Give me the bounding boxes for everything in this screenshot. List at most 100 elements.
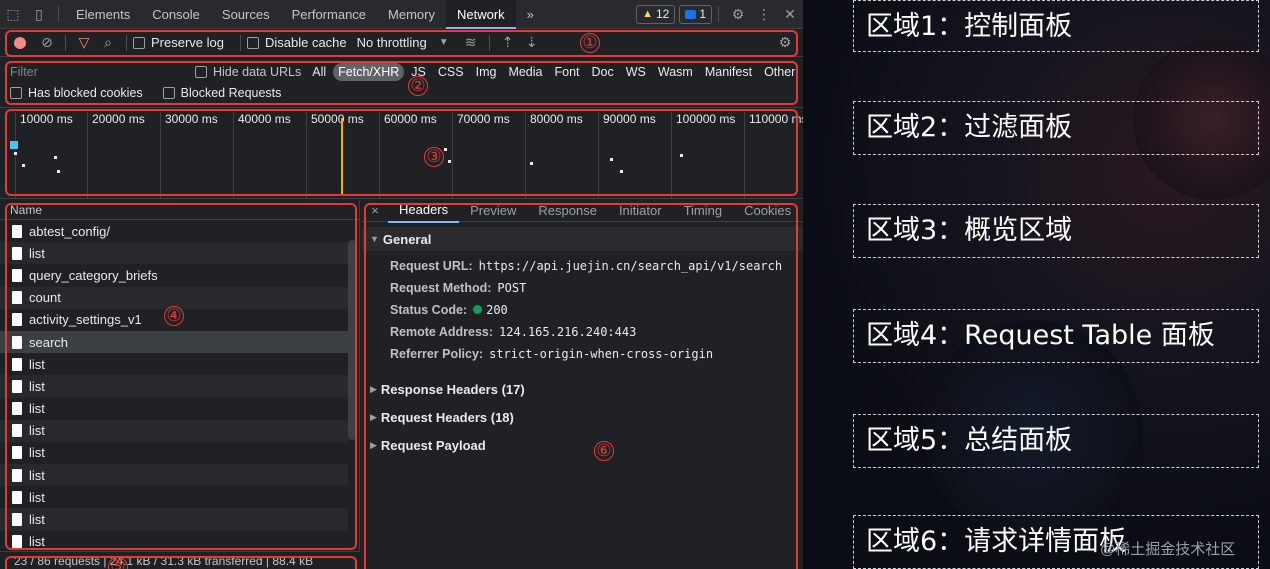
general-title: General (382, 231, 432, 247)
disable-cache-checkbox[interactable]: Disable cache (246, 35, 347, 50)
request-row[interactable]: list (0, 486, 348, 508)
request-row[interactable]: list (0, 442, 348, 464)
checkbox-box (195, 66, 207, 78)
request-row[interactable]: list (0, 464, 348, 487)
request-headers-title: Request Headers (18) (380, 409, 514, 425)
settings-gear-icon[interactable]: ⚙ (725, 0, 751, 29)
request-row[interactable]: list (0, 375, 348, 398)
type-filter-all[interactable]: All (307, 63, 331, 81)
type-filter-manifest[interactable]: Manifest (700, 63, 757, 81)
preserve-log-checkbox[interactable]: Preserve log (133, 35, 224, 50)
type-filter-ws[interactable]: WS (621, 63, 651, 81)
network-conditions-icon[interactable]: ≋ (459, 34, 483, 51)
warnings-badge[interactable]: ▲ 12 (636, 4, 676, 24)
throttling-select[interactable]: No throttling (357, 35, 427, 50)
search-icon[interactable]: ⌕ (96, 34, 120, 51)
request-row[interactable]: list (0, 531, 348, 550)
tab-sources[interactable]: Sources (211, 0, 281, 29)
details-tabbar: × Headers Preview Response Initiator Tim… (362, 200, 803, 223)
request-payload-title: Request Payload (380, 437, 486, 453)
overview-request-bar (444, 148, 447, 151)
request-headers-section[interactable]: ▶ Request Headers (18) (362, 403, 803, 431)
request-row[interactable]: list (0, 508, 348, 531)
overview-tick: 50000 ms (306, 112, 364, 198)
checkbox-box (162, 87, 175, 99)
type-filter-font[interactable]: Font (549, 63, 584, 81)
request-table-scrollbar[interactable] (348, 240, 356, 440)
more-tabs-button[interactable]: » (516, 0, 545, 29)
filter-options-row: Has blocked cookies Blocked Requests (10, 86, 291, 100)
request-row[interactable]: list (0, 398, 348, 420)
export-har-icon[interactable]: ⇣ (520, 34, 544, 51)
type-filter-doc[interactable]: Doc (587, 63, 619, 81)
record-button[interactable] (14, 36, 26, 49)
import-har-icon[interactable]: ⇡ (496, 34, 520, 51)
request-row[interactable]: abtest_config/ (0, 220, 348, 242)
status-ok-icon (473, 305, 483, 314)
filter-input[interactable]: Filter (10, 65, 195, 79)
type-filter-css[interactable]: CSS (433, 63, 469, 81)
overview-request-bar (57, 170, 60, 173)
clear-icon[interactable]: ⊘ (35, 34, 59, 51)
tab-elements[interactable]: Elements (65, 0, 141, 29)
request-row[interactable]: list (0, 242, 348, 265)
type-filter-media[interactable]: Media (503, 63, 547, 81)
device-toolbar-icon[interactable]: ▯ (26, 0, 52, 29)
response-headers-section[interactable]: ▶ Response Headers (17) (362, 375, 803, 403)
info-badge[interactable]: 1 (679, 4, 712, 24)
tab-initiator[interactable]: Initiator (608, 200, 673, 222)
tab-performance[interactable]: Performance (281, 0, 377, 29)
caret-down-icon: ▼ (370, 234, 379, 244)
request-row[interactable]: list (0, 353, 348, 375)
tab-network[interactable]: Network (445, 0, 516, 29)
type-filter-other[interactable]: Other (759, 63, 800, 81)
request-url-label: Request URL: (390, 259, 473, 273)
request-row-selected[interactable]: search (0, 330, 348, 354)
tab-console[interactable]: Console (141, 0, 211, 29)
tab-preview[interactable]: Preview (459, 200, 527, 222)
more-options-icon[interactable]: ⋮ (751, 0, 777, 29)
tab-cookies[interactable]: Cookies (733, 200, 802, 222)
type-filter-img[interactable]: Img (471, 63, 502, 81)
request-row[interactable]: list (0, 419, 348, 442)
tab-timing[interactable]: Timing (673, 200, 734, 222)
close-details-icon[interactable]: × (362, 203, 388, 218)
has-blocked-cookies-checkbox[interactable]: Has blocked cookies (10, 86, 143, 100)
caret-right-icon: ▶ (370, 439, 377, 450)
request-row[interactable]: query_category_briefs (0, 264, 348, 286)
inspect-element-icon[interactable]: ⬚ (0, 0, 26, 29)
blocked-requests-checkbox[interactable]: Blocked Requests (162, 86, 281, 100)
network-settings-gear-icon[interactable]: ⚙ (773, 34, 797, 51)
file-icon (12, 224, 22, 238)
request-payload-section[interactable]: ▶ Request Payload (362, 431, 803, 459)
referrer-policy-label: Referrer Policy: (390, 347, 484, 361)
overview-request-bar (610, 158, 613, 161)
tab-response[interactable]: Response (527, 200, 608, 222)
overview-tick: 10000 ms (15, 112, 73, 198)
file-icon (12, 513, 22, 527)
close-icon[interactable]: ✕ (777, 0, 803, 29)
controlbar-divider (239, 34, 241, 51)
filter-funnel-icon[interactable]: ▽ (72, 34, 96, 51)
tab-headers[interactable]: Headers (388, 200, 460, 223)
region-number-3: ③ (424, 147, 444, 167)
network-filter-bar: Filter Hide data URLs All Fetch/XHR JS C… (0, 58, 803, 108)
filter-row: Filter Hide data URLs All Fetch/XHR JS C… (0, 61, 803, 83)
hide-data-urls-checkbox[interactable]: Hide data URLs (195, 65, 301, 79)
caret-right-icon: ▶ (370, 411, 377, 422)
file-icon (12, 468, 22, 482)
tab-memory[interactable]: Memory (377, 0, 446, 29)
file-icon (12, 424, 22, 438)
file-icon (12, 335, 22, 349)
general-section-header[interactable]: ▼ General (362, 227, 803, 251)
type-filter-fetch-xhr[interactable]: Fetch/XHR (333, 63, 405, 81)
chevron-down-icon[interactable]: ▼ (439, 37, 449, 48)
type-filter-wasm[interactable]: Wasm (653, 63, 698, 81)
remote-address-label: Remote Address: (390, 325, 494, 339)
referrer-policy-value: strict-origin-when-cross-origin (489, 347, 714, 361)
file-icon (12, 535, 22, 549)
referrer-policy-row: Referrer Policy: strict-origin-when-cros… (362, 343, 803, 365)
name-column-header[interactable]: Name (0, 200, 359, 220)
status-code-value: 200 (486, 303, 508, 317)
request-name: list (29, 378, 45, 394)
